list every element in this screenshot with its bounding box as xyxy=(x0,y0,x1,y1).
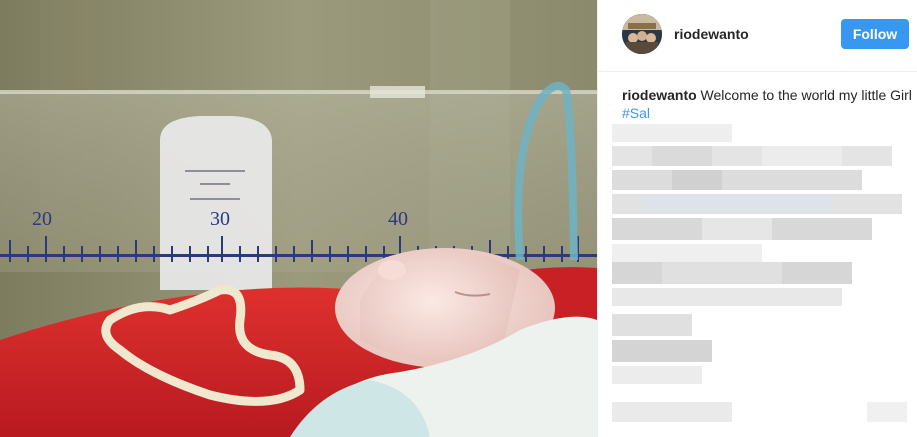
caption-username[interactable]: riodewanto xyxy=(622,87,697,103)
follow-button[interactable]: Follow xyxy=(841,19,909,49)
post-caption: riodewanto Welcome to the world my littl… xyxy=(622,86,912,122)
post-author-username[interactable]: riodewanto xyxy=(674,26,749,42)
ruler-number-20: 20 xyxy=(32,208,52,230)
post-header: riodewanto Follow xyxy=(598,0,917,72)
caption-text: Welcome to the world my little Girl xyxy=(696,87,912,103)
profile-avatar-icon[interactable] xyxy=(622,14,662,54)
pixelated-comments xyxy=(612,124,912,429)
pixelated-comment-block xyxy=(612,124,907,422)
post-photo[interactable]: 20 30 40 xyxy=(0,0,597,437)
post-side-panel: riodewanto Follow riodewanto Welcome to … xyxy=(597,0,917,437)
ruler-number-40: 40 xyxy=(388,208,408,230)
caption-hashtag[interactable]: #Sal xyxy=(622,105,650,121)
ruler-number-30: 30 xyxy=(210,208,230,230)
newborn-photo-illustration: 20 30 40 xyxy=(0,0,597,437)
